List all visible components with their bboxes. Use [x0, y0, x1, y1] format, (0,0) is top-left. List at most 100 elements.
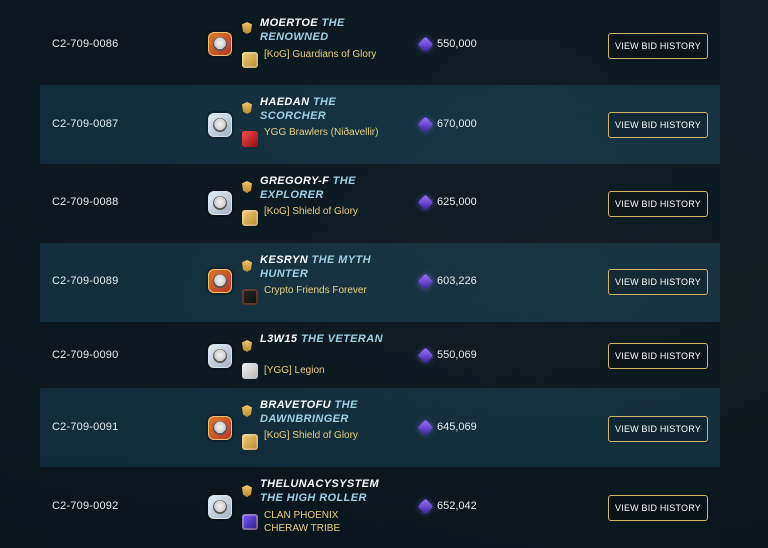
player-name-block: MOERTOE THE RENOWNED [260, 16, 390, 44]
avatar-icon [213, 196, 227, 210]
table-row: C2-709-0089 KESRYN THE MYTH HUNTER Crypt… [40, 243, 720, 322]
bid-amount: 670,000 [417, 116, 477, 132]
player-portrait [208, 191, 232, 215]
view-bid-history-button[interactable]: VIEW BID HISTORY [608, 416, 708, 442]
guild-crest-icon [242, 210, 258, 226]
portrait-frame [208, 32, 232, 56]
player-name: L3W15 [260, 333, 298, 345]
player-name-block: L3W15 THE VETERAN [260, 332, 390, 346]
player-name: KESRYN [260, 254, 309, 266]
guild-crest-icon [242, 52, 258, 68]
player-name: THELUNACYSYSTEM [260, 478, 380, 490]
player-title: THE HIGH ROLLER [260, 492, 367, 504]
card-id: C2-709-0090 [52, 349, 119, 361]
portrait-frame [208, 495, 232, 519]
rank-icon [242, 405, 252, 417]
view-bid-history-button[interactable]: VIEW BID HISTORY [608, 112, 708, 138]
guild-name: [KoG] Shield of Glory [264, 206, 358, 217]
bid-amount: 550,000 [417, 36, 477, 52]
guild-name: Crypto Friends Forever [264, 285, 367, 296]
guild-name: CLAN PHOENIX CHERAW TRIBE [264, 510, 341, 534]
player-name-block: KESRYN THE MYTH HUNTER [260, 253, 390, 281]
dec-crystal-icon [417, 116, 434, 132]
table-row: C2-709-0088 GREGORY-F THE EXPLORER [KoG]… [40, 164, 720, 243]
portrait-frame [208, 416, 232, 440]
player-portrait [208, 113, 232, 137]
guild-name: [YGG] Legion [264, 365, 325, 376]
player-portrait [208, 32, 232, 56]
rank-icon [242, 181, 252, 193]
portrait-frame [208, 269, 232, 293]
bid-value: 652,042 [437, 500, 477, 512]
player-name-block: THELUNACYSYSTEM THE HIGH ROLLER [260, 477, 390, 505]
view-bid-history-button[interactable]: VIEW BID HISTORY [608, 495, 708, 521]
table-row: C2-709-0087 HAEDAN THE SCORCHER YGG Braw… [40, 85, 720, 164]
table-row: C2-709-0090 L3W15 THE VETERAN [YGG] Legi… [40, 322, 720, 388]
portrait-frame [208, 113, 232, 137]
player-name-block: BRAVETOFU THE DAWNBRINGER [260, 398, 390, 426]
player-name-block: GREGORY-F THE EXPLORER [260, 174, 390, 202]
bid-value: 625,000 [437, 196, 477, 208]
player-name: GREGORY-F [260, 175, 330, 187]
right-gutter [720, 0, 768, 548]
avatar-icon [213, 421, 227, 435]
rank-icon [242, 340, 252, 352]
avatar-icon [213, 118, 227, 132]
bid-amount: 645,069 [417, 419, 477, 435]
avatar-icon [213, 349, 227, 363]
bid-table: C2-709-0086 MOERTOE THE RENOWNED [KoG] G… [40, 0, 720, 548]
table-row: C2-709-0086 MOERTOE THE RENOWNED [KoG] G… [40, 0, 720, 85]
player-name: HAEDAN [260, 96, 310, 108]
guild-name: [KoG] Guardians of Glory [264, 49, 377, 60]
rank-icon [242, 102, 252, 114]
guild-name: YGG Brawlers (Niðavellir) [264, 127, 379, 138]
avatar-icon [213, 500, 227, 514]
card-id: C2-709-0091 [52, 421, 119, 433]
bid-amount: 550,069 [417, 347, 477, 363]
player-title: THE VETERAN [300, 333, 383, 345]
dec-crystal-icon [417, 36, 434, 52]
left-gutter [0, 0, 40, 548]
view-bid-history-button[interactable]: VIEW BID HISTORY [608, 33, 708, 59]
bid-amount: 603,226 [417, 273, 477, 289]
player-name-block: HAEDAN THE SCORCHER [260, 95, 390, 123]
guild-crest-icon [242, 514, 258, 530]
dec-crystal-icon [417, 194, 434, 210]
table-row: C2-709-0092 THELUNACYSYSTEM THE HIGH ROL… [40, 467, 720, 548]
player-portrait [208, 344, 232, 368]
guild-name: [KoG] Shield of Glory [264, 430, 358, 441]
card-id: C2-709-0087 [52, 118, 119, 130]
table-row: C2-709-0091 BRAVETOFU THE DAWNBRINGER [K… [40, 388, 720, 467]
card-id: C2-709-0089 [52, 275, 119, 287]
avatar-icon [213, 37, 227, 51]
player-name: MOERTOE [260, 17, 319, 29]
bid-value: 670,000 [437, 118, 477, 130]
player-portrait [208, 269, 232, 293]
guild-crest-icon [242, 131, 258, 147]
dec-crystal-icon [417, 273, 434, 289]
bid-amount: 652,042 [417, 498, 477, 514]
dec-crystal-icon [417, 347, 434, 363]
view-bid-history-button[interactable]: VIEW BID HISTORY [608, 343, 708, 369]
player-name: BRAVETOFU [260, 399, 332, 411]
dec-crystal-icon [417, 498, 434, 514]
guild-crest-icon [242, 289, 258, 305]
guild-crest-icon [242, 434, 258, 450]
rank-icon [242, 485, 252, 497]
dec-crystal-icon [417, 419, 434, 435]
bid-value: 550,000 [437, 38, 477, 50]
view-bid-history-button[interactable]: VIEW BID HISTORY [608, 191, 708, 217]
avatar-icon [213, 274, 227, 288]
rank-icon [242, 22, 252, 34]
card-id: C2-709-0086 [52, 38, 119, 50]
rank-icon [242, 260, 252, 272]
portrait-frame [208, 344, 232, 368]
view-bid-history-button[interactable]: VIEW BID HISTORY [608, 269, 708, 295]
bid-value: 645,069 [437, 421, 477, 433]
bid-amount: 625,000 [417, 194, 477, 210]
bid-value: 550,069 [437, 349, 477, 361]
portrait-frame [208, 191, 232, 215]
card-id: C2-709-0092 [52, 500, 119, 512]
card-id: C2-709-0088 [52, 196, 119, 208]
player-portrait [208, 495, 232, 519]
